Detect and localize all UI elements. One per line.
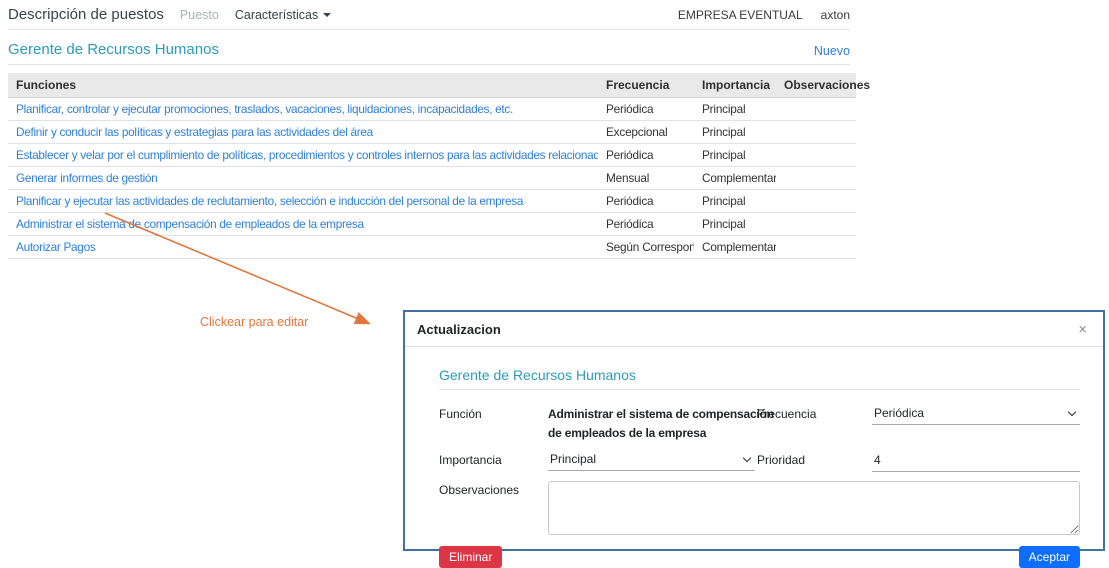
importancia-cell: Principal bbox=[694, 98, 776, 121]
eliminar-button[interactable]: Eliminar bbox=[439, 546, 502, 568]
col-header-frecuencia: Frecuencia bbox=[598, 73, 694, 98]
table-row: Definir y conducir las políticas y estra… bbox=[8, 121, 856, 144]
nav-item-puesto[interactable]: Puesto bbox=[180, 8, 219, 22]
importancia-cell: Principal bbox=[694, 190, 776, 213]
modal-title: Actualizacion bbox=[417, 322, 501, 337]
importancia-select[interactable]: Principal bbox=[548, 451, 755, 471]
table-row: Establecer y velar por el cumplimiento d… bbox=[8, 144, 856, 167]
observaciones-cell bbox=[776, 213, 856, 236]
navbar-right: EMPRESA EVENTUAL axton bbox=[678, 8, 850, 22]
frecuencia-select[interactable]: Periódica bbox=[872, 405, 1080, 425]
col-header-importancia: Importancia bbox=[694, 73, 776, 98]
caret-down-icon bbox=[323, 13, 331, 17]
modal-footer: Eliminar Aceptar bbox=[405, 535, 1103, 568]
frecuencia-cell: Periódica bbox=[598, 98, 694, 121]
importancia-select-value: Principal bbox=[550, 452, 596, 466]
frecuencia-select-value: Periódica bbox=[874, 406, 924, 420]
importancia-cell: Principal bbox=[694, 213, 776, 236]
chevron-down-icon bbox=[743, 454, 751, 462]
table-header-row: Funciones Frecuencia Importancia Observa… bbox=[8, 73, 856, 98]
observaciones-label: Observaciones bbox=[439, 481, 548, 497]
funcion-link[interactable]: Generar informes de gestión bbox=[16, 171, 157, 185]
nav-item-caracteristicas[interactable]: Características bbox=[235, 8, 331, 22]
modal-puesto-heading: Gerente de Recursos Humanos bbox=[439, 367, 1080, 390]
col-header-observaciones: Observaciones bbox=[776, 73, 856, 98]
frecuencia-cell: Periódica bbox=[598, 190, 694, 213]
observaciones-cell bbox=[776, 167, 856, 190]
importancia-label: Importancia bbox=[439, 451, 548, 467]
funcion-link[interactable]: Definir y conducir las políticas y estra… bbox=[16, 125, 373, 139]
funcion-value: Administrar el sistema de compensación d… bbox=[548, 405, 774, 442]
frecuencia-cell: Mensual bbox=[598, 167, 694, 190]
funcion-link[interactable]: Autorizar Pagos bbox=[16, 240, 95, 254]
frecuencia-cell: Periódica bbox=[598, 213, 694, 236]
username-label[interactable]: axton bbox=[821, 8, 850, 22]
importancia-cell: Principal bbox=[694, 121, 776, 144]
observaciones-textarea[interactable] bbox=[548, 481, 1080, 535]
table-row: Planificar, controlar y ejecutar promoci… bbox=[8, 98, 856, 121]
observaciones-cell bbox=[776, 190, 856, 213]
company-label: EMPRESA EVENTUAL bbox=[678, 8, 803, 22]
observaciones-cell bbox=[776, 236, 856, 259]
aceptar-button[interactable]: Aceptar bbox=[1019, 546, 1080, 568]
prioridad-input[interactable] bbox=[872, 452, 1080, 472]
nav-item-caracteristicas-label: Características bbox=[235, 8, 318, 22]
page-header: Gerente de Recursos Humanos Nuevo bbox=[8, 41, 850, 65]
nuevo-link[interactable]: Nuevo bbox=[814, 44, 850, 58]
annotation-arrow-icon bbox=[100, 205, 385, 342]
actualizacion-modal: Actualizacion × Gerente de Recursos Huma… bbox=[403, 310, 1105, 551]
chevron-down-icon bbox=[1068, 408, 1076, 416]
observaciones-cell bbox=[776, 121, 856, 144]
modal-body: Gerente de Recursos Humanos Función Admi… bbox=[405, 347, 1103, 535]
importancia-cell: Complementaria bbox=[694, 167, 776, 190]
navbar: Descripción de puestos Puesto Caracterís… bbox=[8, 0, 850, 30]
observaciones-cell bbox=[776, 144, 856, 167]
col-header-funciones: Funciones bbox=[8, 73, 598, 98]
close-icon[interactable]: × bbox=[1074, 320, 1091, 339]
navbar-brand[interactable]: Descripción de puestos bbox=[8, 6, 164, 23]
prioridad-label: Prioridad bbox=[755, 451, 872, 467]
funcion-link[interactable]: Planificar, controlar y ejecutar promoci… bbox=[16, 102, 513, 116]
observaciones-cell bbox=[776, 98, 856, 121]
importancia-cell: Complementaria bbox=[694, 236, 776, 259]
modal-form: Función Administrar el sistema de compen… bbox=[439, 405, 1080, 535]
funcion-label: Función bbox=[439, 405, 548, 421]
modal-header: Actualizacion × bbox=[405, 312, 1103, 347]
funcion-link[interactable]: Establecer y velar por el cumplimiento d… bbox=[16, 148, 598, 162]
frecuencia-cell: Periódica bbox=[598, 144, 694, 167]
frecuencia-label: Frecuencia bbox=[755, 405, 872, 421]
page-title: Gerente de Recursos Humanos bbox=[8, 41, 219, 58]
frecuencia-cell: Según Corresponda bbox=[598, 236, 694, 259]
frecuencia-cell: Excepcional bbox=[598, 121, 694, 144]
table-row: Generar informes de gestión Mensual Comp… bbox=[8, 167, 856, 190]
importancia-cell: Principal bbox=[694, 144, 776, 167]
